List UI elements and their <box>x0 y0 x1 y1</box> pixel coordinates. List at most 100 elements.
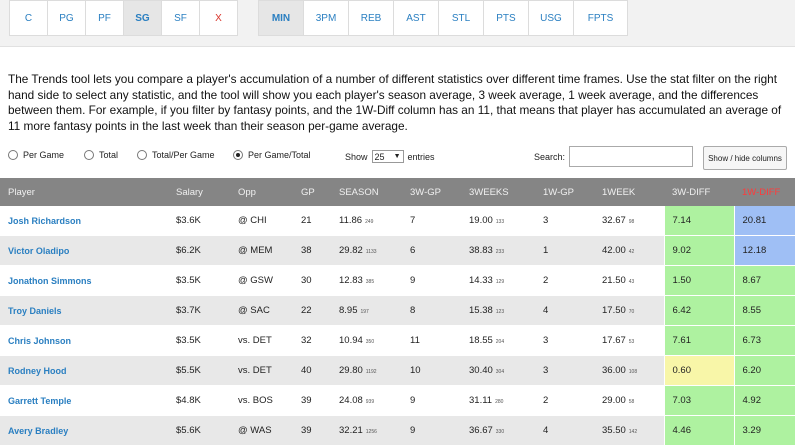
radio-total[interactable]: Total <box>84 150 118 160</box>
cell-player[interactable]: Victor Oladipo <box>0 235 168 266</box>
cell-opp-value: @ WAS <box>238 425 272 436</box>
col-player[interactable]: Player <box>0 178 168 206</box>
cell-1week-value: 21.50 <box>602 275 626 286</box>
col-1week[interactable]: 1WEEK <box>594 178 664 206</box>
cell-3weeks-value: 14.33 <box>469 275 493 286</box>
cell-opp-value: vs. DET <box>238 335 272 346</box>
col-salary[interactable]: Salary <box>168 178 230 206</box>
cell-1week-total: 53 <box>628 339 635 345</box>
radio-label: Per Game/Total <box>248 150 311 160</box>
search-input[interactable] <box>569 146 693 167</box>
cell-salary-value: $3.7K <box>176 305 201 316</box>
cell-1w-gp-value: 1 <box>543 245 549 256</box>
col-opp[interactable]: Opp <box>230 178 293 206</box>
position-filter-group: C PG PF SG SF X <box>9 0 238 36</box>
stat-button-stl[interactable]: STL <box>438 0 484 36</box>
stat-button-ast[interactable]: AST <box>393 0 439 36</box>
cell-season: 11.86 249 <box>331 206 402 236</box>
cell-gp: 21 <box>293 206 331 236</box>
cell-3weeks: 18.55 204 <box>461 325 535 356</box>
col-3w-diff[interactable]: 3W-DIFF <box>664 178 734 206</box>
cell-1w-diff-value: 8.67 <box>742 275 762 286</box>
col-3weeks[interactable]: 3WEEKS <box>461 178 535 206</box>
radio-circle[interactable] <box>137 150 147 160</box>
cell-1week-total: 70 <box>628 309 635 315</box>
cell-3weeks: 31.11 280 <box>461 385 535 416</box>
cell-3w-diff: 4.46 <box>663 415 734 446</box>
position-button-c[interactable]: C <box>9 0 48 36</box>
cell-3weeks-value: 30.40 <box>469 365 493 376</box>
stat-button-reb[interactable]: REB <box>348 0 394 36</box>
chevron-down-icon: ▼ <box>393 153 401 160</box>
cell-3w-gp: 9 <box>402 385 461 416</box>
stat-button-fpts[interactable]: FPTS <box>573 0 628 36</box>
table-row: Rodney Hood $5.5K vs. DET 40 29.80 1192 10 30.4… <box>0 355 795 386</box>
entries-select[interactable]: 25 ▼ <box>371 150 404 163</box>
trends-description: The Trends tool lets you compare a playe… <box>8 72 782 133</box>
position-button-pg[interactable]: PG <box>47 0 86 36</box>
cell-season-value: 12.83 <box>339 275 363 286</box>
cell-player[interactable]: Josh Richardson <box>0 206 168 236</box>
cell-salary: $6.2K <box>168 235 230 266</box>
col-gp[interactable]: GP <box>293 178 331 206</box>
cell-gp: 22 <box>293 295 331 326</box>
cell-opp: @ MEM <box>230 235 293 266</box>
cell-1week-value: 17.50 <box>602 305 626 316</box>
position-button-sg[interactable]: SG <box>123 0 162 36</box>
cell-gp-value: 40 <box>301 365 312 376</box>
position-button-sf[interactable]: SF <box>161 0 200 36</box>
cell-gp-value: 21 <box>301 215 312 226</box>
cell-opp-value: vs. DET <box>238 365 272 376</box>
cell-player[interactable]: Jonathon Simmons <box>0 265 168 296</box>
radio-circle[interactable] <box>8 150 18 160</box>
cell-3w-diff-value: 0.60 <box>672 365 692 376</box>
cell-player-value: Victor Oladipo <box>8 245 70 256</box>
cell-3w-diff: 7.03 <box>663 385 734 416</box>
cell-season: 8.95 197 <box>331 295 402 326</box>
filter-toolbar: C PG PF SG SF X MIN 3PM REB AST STL PTS USG FPTS <box>0 0 795 47</box>
col-3w-gp[interactable]: 3W-GP <box>402 178 461 206</box>
cell-gp: 40 <box>293 355 331 386</box>
radio-per-game[interactable]: Per Game <box>8 150 64 160</box>
cell-player[interactable]: Troy Daniels <box>0 295 168 326</box>
cell-1w-gp: 3 <box>535 325 594 356</box>
position-button-pf[interactable]: PF <box>85 0 124 36</box>
cell-3weeks-total: 123 <box>495 309 505 315</box>
cell-3w-diff: 1.50 <box>663 265 734 296</box>
cell-player[interactable]: Avery Bradley <box>0 415 168 446</box>
cell-1w-diff: 12.18 <box>733 235 795 266</box>
col-season[interactable]: SEASON <box>331 178 402 206</box>
cell-1week-total: 43 <box>628 279 635 285</box>
cell-3weeks-value: 19.00 <box>469 215 493 226</box>
cell-player[interactable]: Rodney Hood <box>0 355 168 386</box>
radio-label: Total <box>99 150 119 160</box>
cell-3weeks: 15.38 123 <box>461 295 535 326</box>
cell-gp-value: 38 <box>301 245 312 256</box>
cell-1week: 21.50 43 <box>594 265 664 296</box>
cell-season-value: 32.21 <box>339 425 363 436</box>
cell-1w-gp-value: 2 <box>543 275 549 286</box>
radio-circle[interactable] <box>233 150 243 160</box>
show-hide-columns-button[interactable]: Show / hide columns <box>703 146 787 170</box>
cell-3w-gp: 7 <box>402 206 461 236</box>
col-1w-gp[interactable]: 1W-GP <box>535 178 594 206</box>
cell-3w-gp: 6 <box>402 235 461 266</box>
position-button-x[interactable]: X <box>199 0 238 36</box>
cell-player[interactable]: Chris Johnson <box>0 325 168 356</box>
cell-gp-value: 30 <box>301 275 312 286</box>
radio-total-per-game[interactable]: Total/Per Game <box>137 150 215 160</box>
cell-player[interactable]: Garrett Temple <box>0 385 168 416</box>
stat-button-3pm[interactable]: 3PM <box>303 0 349 36</box>
radio-per-game-total[interactable]: Per Game/Total <box>233 150 311 160</box>
cell-player-value: Chris Johnson <box>8 335 72 346</box>
cell-3w-gp: 8 <box>402 295 461 326</box>
col-1w-diff[interactable]: 1W-DIFF <box>734 178 795 206</box>
cell-3w-diff-value: 7.14 <box>672 215 692 226</box>
cell-salary-value: $3.6K <box>176 215 201 226</box>
radio-circle[interactable] <box>84 150 94 160</box>
stat-button-usg[interactable]: USG <box>528 0 574 36</box>
stat-button-pts[interactable]: PTS <box>483 0 529 36</box>
cell-1w-gp: 4 <box>535 295 594 326</box>
cell-1w-diff: 3.29 <box>733 415 795 446</box>
stat-button-min[interactable]: MIN <box>258 0 304 36</box>
